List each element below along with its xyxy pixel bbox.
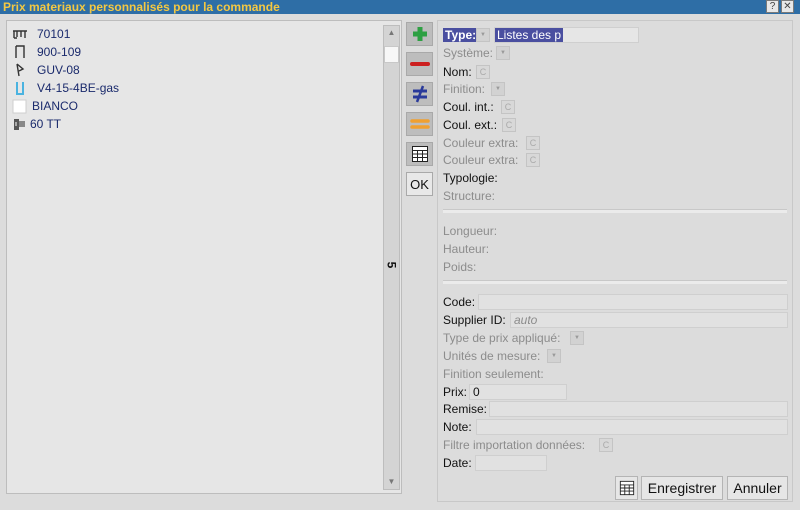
coul-ext-clear-button[interactable]: C (502, 118, 516, 132)
scroll-up-arrow-icon[interactable]: ▲ (384, 26, 399, 40)
type-prix-label: Type de prix appliqué: (443, 331, 561, 345)
list-scrollbar[interactable]: ▲ 5 ▼ (383, 25, 400, 490)
type-prix-dropdown-arrow-icon[interactable]: ▼ (570, 331, 584, 345)
profile-icon (15, 45, 25, 58)
table-view-button[interactable] (615, 476, 638, 500)
equal-icon (409, 119, 430, 129)
gasket-icon (16, 82, 24, 95)
not-equal-icon (412, 85, 427, 103)
list-item-label: 70101 (37, 27, 71, 41)
supplier-id-field[interactable]: auto (510, 312, 788, 328)
supplier-id-label: Supplier ID: (443, 313, 506, 327)
type-dropdown-arrow-icon[interactable]: ▼ (476, 28, 490, 42)
structure-label: Structure: (443, 189, 496, 203)
separator (443, 209, 787, 213)
hauteur-label: Hauteur: (443, 242, 490, 256)
list-item-label: 900-109 (37, 45, 82, 59)
ok-button[interactable]: OK (406, 172, 433, 196)
coul-int-label: Coul. int.: (443, 100, 494, 114)
note-field[interactable] (476, 419, 788, 435)
remise-field[interactable] (489, 401, 788, 417)
details-form: Type: ▼ Listes des p Système: ▼ Nom: C F… (437, 20, 793, 502)
add-button[interactable] (406, 22, 433, 46)
color-swatch-icon (12, 99, 27, 114)
plus-icon (412, 27, 427, 41)
window-titlebar: Prix materiaux personnalisés pour la com… (0, 0, 800, 14)
date-field[interactable] (475, 455, 547, 471)
separator (443, 280, 787, 284)
couleur-extra-1-label: Couleur extra: (443, 136, 519, 150)
type-label: Type: (443, 28, 479, 42)
finition-label: Finition: (443, 82, 486, 96)
save-button[interactable]: Enregistrer (641, 476, 723, 500)
note-label: Note: (443, 420, 472, 434)
couleur-extra-2-clear-button[interactable]: C (526, 153, 540, 167)
code-field[interactable] (478, 294, 788, 310)
table-icon (619, 480, 634, 496)
poids-label: Poids: (443, 260, 477, 274)
hardware-icon (14, 119, 25, 130)
help-button[interactable]: ? (766, 0, 779, 13)
profile-icon (16, 63, 25, 77)
not-equal-button[interactable] (406, 82, 433, 106)
list-item-label: 60 TT (30, 117, 62, 131)
materials-list-panel: 70101 900-109 GUV-08 V4-15-4BE-gas BIANC… (6, 20, 402, 494)
nom-label: Nom: (443, 65, 472, 79)
typologie-label: Typologie: (443, 171, 498, 185)
prix-label: Prix: (443, 385, 467, 399)
minus-icon (409, 62, 430, 66)
code-label: Code: (443, 295, 476, 309)
finition-seulement-label: Finition seulement: (443, 367, 544, 381)
scroll-down-arrow-icon[interactable]: ▼ (384, 475, 399, 489)
coul-ext-label: Coul. ext.: (443, 118, 498, 132)
profile-icon (13, 30, 27, 39)
nom-clear-button[interactable]: C (476, 65, 490, 79)
longueur-label: Longueur: (443, 224, 498, 238)
remove-button[interactable] (406, 52, 433, 76)
window-title: Prix materiaux personnalisés pour la com… (3, 0, 280, 14)
cancel-button[interactable]: Annuler (727, 476, 788, 500)
scroll-thumb[interactable] (384, 46, 399, 63)
coul-int-clear-button[interactable]: C (501, 100, 515, 114)
list-item-label: V4-15-4BE-gas (37, 81, 120, 95)
type-value: Listes des p (495, 28, 564, 42)
filtre-import-clear-button[interactable]: C (599, 438, 613, 452)
table-icon (411, 146, 428, 162)
type-select[interactable]: Listes des p (494, 27, 639, 43)
systeme-label: Système: (443, 46, 494, 60)
prix-field[interactable]: 0 (469, 384, 567, 400)
list-item-label: GUV-08 (37, 63, 80, 77)
unites-label: Unités de mesure: (443, 349, 541, 363)
equal-button[interactable] (406, 112, 433, 136)
unites-dropdown-arrow-icon[interactable]: ▼ (547, 349, 561, 363)
finition-dropdown-arrow-icon[interactable]: ▼ (491, 82, 505, 96)
date-label: Date: (443, 456, 472, 470)
table-button[interactable] (406, 142, 433, 166)
close-button[interactable]: ✕ (781, 0, 794, 13)
item-count: 5 (384, 261, 399, 269)
couleur-extra-2-label: Couleur extra: (443, 153, 519, 167)
filtre-import-label: Filtre importation données: (443, 438, 586, 452)
systeme-dropdown-arrow-icon[interactable]: ▼ (496, 46, 510, 60)
couleur-extra-1-clear-button[interactable]: C (526, 136, 540, 150)
remise-label: Remise: (443, 402, 488, 416)
list-item-label: BIANCO (32, 99, 79, 113)
